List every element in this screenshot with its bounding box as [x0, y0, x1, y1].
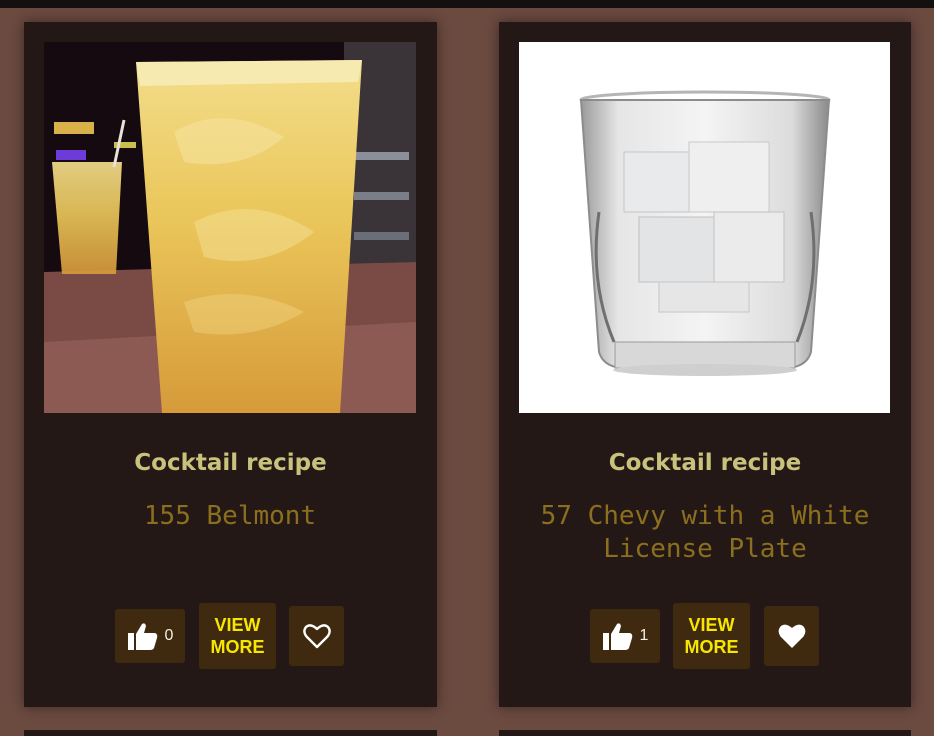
thumbs-up-icon	[127, 623, 157, 650]
recipe-card: Cocktail recipe 155 Belmont 0 VIEW MORE	[24, 22, 437, 707]
next-card-edge	[24, 730, 437, 736]
view-more-button[interactable]: VIEW MORE	[199, 603, 276, 669]
heart-filled-icon	[778, 624, 805, 648]
recipe-card: Cocktail recipe 57 Chevy with a White Li…	[499, 22, 911, 707]
like-button[interactable]: 0	[115, 609, 185, 663]
like-count: 0	[164, 627, 174, 644]
recipe-name[interactable]: 155 Belmont	[44, 500, 416, 533]
recipe-kicker: Cocktail recipe	[608, 450, 802, 476]
top-bar	[0, 0, 934, 8]
view-more-line1: VIEW	[688, 615, 735, 635]
favorite-button[interactable]	[764, 606, 819, 666]
recipe-image[interactable]	[44, 42, 416, 413]
view-more-button[interactable]: VIEW MORE	[673, 603, 750, 669]
thumbs-up-icon	[602, 623, 632, 650]
view-more-line1: VIEW	[214, 615, 261, 635]
like-button[interactable]: 1	[590, 609, 660, 663]
card-actions: 0 VIEW MORE	[24, 603, 437, 670]
recipe-name[interactable]: 57 Chevy with a White License Plate	[519, 500, 891, 566]
card-actions: 1 VIEW MORE	[499, 603, 911, 670]
clear-cocktail-on-ice-photo	[519, 42, 890, 413]
recipe-kicker: Cocktail recipe	[134, 450, 327, 476]
like-count: 1	[639, 627, 649, 644]
view-more-line2: MORE	[684, 637, 739, 657]
recipe-image[interactable]	[519, 42, 890, 413]
favorite-button[interactable]	[289, 606, 344, 666]
heart-outline-icon	[302, 624, 331, 649]
next-card-edge	[499, 730, 911, 736]
view-more-line2: MORE	[210, 637, 265, 657]
orange-cocktail-photo	[44, 42, 416, 413]
